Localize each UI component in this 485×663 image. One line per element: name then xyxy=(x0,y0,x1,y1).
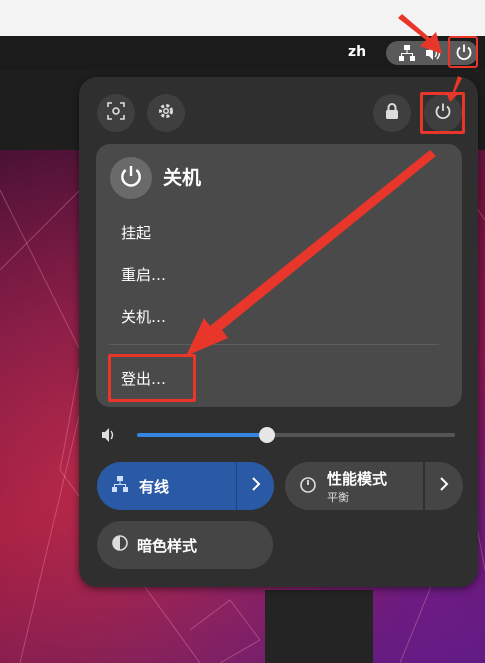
menu-item-suspend[interactable]: 挂起 xyxy=(121,222,151,243)
network-wired-icon xyxy=(398,44,416,66)
volume-slider-fill xyxy=(137,433,268,437)
dark-style-toggle[interactable]: 暗色样式 xyxy=(97,521,273,569)
gear-icon xyxy=(157,102,175,124)
menu-item-power-off[interactable]: 关机… xyxy=(121,306,166,327)
volume-slider[interactable] xyxy=(137,427,455,443)
speaker-icon xyxy=(424,44,442,66)
power-button-highlight xyxy=(420,92,465,134)
lock-button[interactable] xyxy=(373,94,411,132)
power-submenu-icon xyxy=(110,157,152,199)
speaker-icon xyxy=(100,426,118,448)
power-mode-toggle[interactable]: 性能模式 平衡 xyxy=(285,462,423,510)
screenshot-button[interactable] xyxy=(97,94,135,132)
power-icon xyxy=(455,43,473,65)
menu-item-restart[interactable]: 重启… xyxy=(121,264,166,285)
wired-label: 有线 xyxy=(139,477,170,496)
input-language-indicator[interactable]: zh xyxy=(348,44,366,60)
speedometer-icon xyxy=(299,475,317,497)
power-mode-label: 性能模式 xyxy=(327,469,388,488)
settings-button[interactable] xyxy=(147,94,185,132)
chevron-right-icon xyxy=(251,476,261,496)
screenshot-icon xyxy=(107,102,125,124)
network-wired-icon xyxy=(111,475,129,497)
log-out-highlight xyxy=(108,354,196,402)
power-icon xyxy=(119,164,143,192)
tray-power-button[interactable] xyxy=(448,36,478,68)
window-title-strip xyxy=(0,0,485,36)
menu-separator xyxy=(109,344,439,345)
desktop-window-gap xyxy=(265,590,373,663)
lock-icon xyxy=(384,102,400,124)
wired-network-toggle[interactable]: 有线 xyxy=(97,462,236,510)
power-mode-value: 平衡 xyxy=(327,490,349,504)
chevron-right-icon xyxy=(439,476,449,496)
half-circle-icon xyxy=(111,534,129,556)
power-submenu-title: 关机 xyxy=(163,167,202,189)
dark-style-label: 暗色样式 xyxy=(137,536,198,555)
